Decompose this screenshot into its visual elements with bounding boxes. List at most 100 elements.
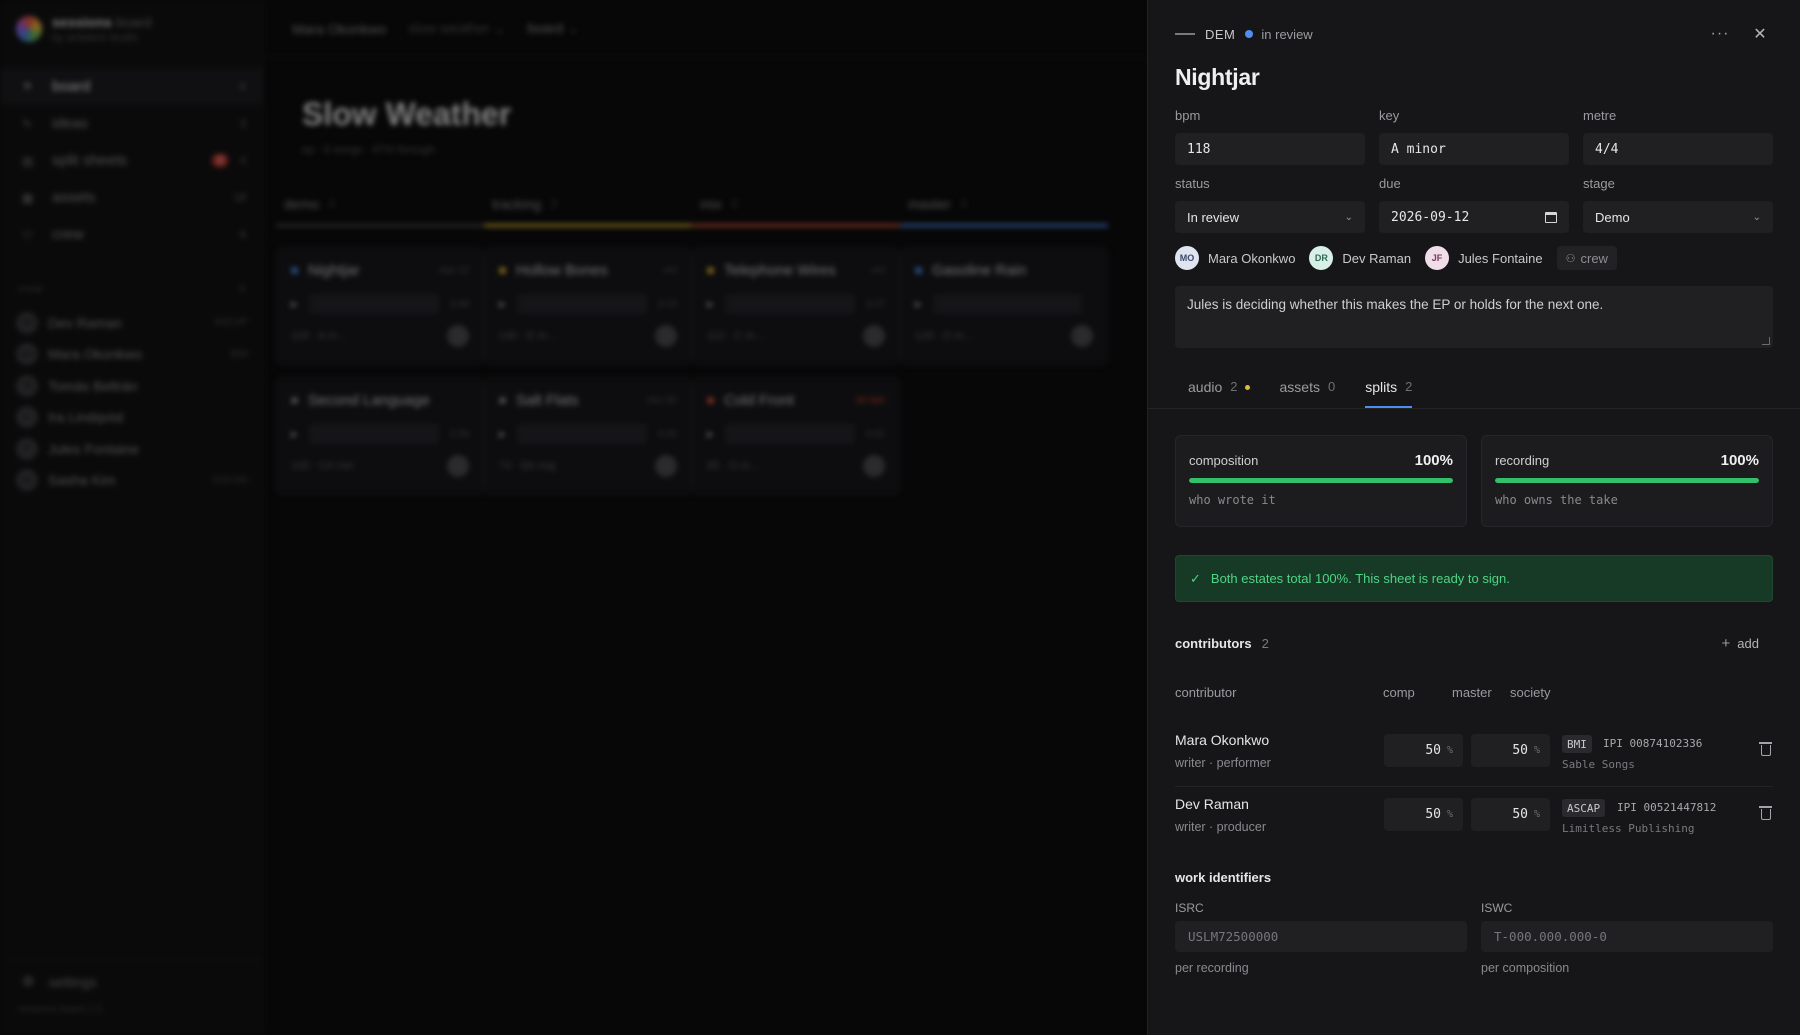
bpm-field: bpm 118 bbox=[1175, 108, 1365, 165]
iswc-field: ISWC per composition bbox=[1481, 901, 1773, 975]
chevron-down-icon: ⌄ bbox=[1344, 211, 1353, 223]
estate-total: 100% bbox=[1720, 452, 1759, 469]
estate-progress-fill bbox=[1189, 478, 1453, 483]
person-name: Jules Fontaine bbox=[1458, 250, 1543, 266]
estate-description: who owns the take bbox=[1495, 493, 1618, 507]
master-percent-value: 50 bbox=[1512, 807, 1528, 822]
drawer-header: DEM in review ··· ✕ bbox=[1175, 24, 1775, 44]
comp-percent-input[interactable]: 50% bbox=[1384, 734, 1463, 767]
estate-composition: composition 100% who wrote it bbox=[1175, 435, 1467, 527]
publisher-name: Sable Songs bbox=[1562, 758, 1635, 771]
master-percent-input[interactable]: 50% bbox=[1471, 734, 1550, 767]
close-button[interactable]: ✕ bbox=[1745, 24, 1775, 44]
song-title: Nightjar bbox=[1175, 64, 1260, 90]
assigned-person[interactable]: DR Dev Raman bbox=[1309, 246, 1411, 270]
bpm-input[interactable]: 118 bbox=[1175, 133, 1365, 165]
comp-percent-value: 50 bbox=[1425, 807, 1441, 822]
status-select[interactable]: In review ⌄ bbox=[1175, 201, 1365, 233]
master-percent-value: 50 bbox=[1512, 743, 1528, 758]
percent-unit: % bbox=[1533, 809, 1540, 820]
estate-total: 100% bbox=[1414, 452, 1453, 469]
estate-description: who wrote it bbox=[1189, 493, 1276, 507]
tab-assets[interactable]: assets 0 bbox=[1280, 373, 1336, 408]
drawer-tabs: audio 2 assets 0 splits 2 bbox=[1148, 373, 1800, 409]
due-label: due bbox=[1379, 176, 1401, 191]
stage-select[interactable]: Demo ⌄ bbox=[1583, 201, 1773, 233]
status-badge: in review bbox=[1261, 26, 1313, 42]
splits-valid-message: Both estates total 100%. This sheet is r… bbox=[1210, 571, 1510, 586]
avatar: MO bbox=[1175, 246, 1199, 270]
trash-icon[interactable] bbox=[1759, 742, 1772, 756]
isrc-hint: per recording bbox=[1175, 961, 1249, 975]
contributor-name: Dev Raman bbox=[1175, 796, 1249, 812]
ipi-number: IPI 00521447812 bbox=[1617, 801, 1717, 814]
tab-label: splits bbox=[1365, 379, 1398, 395]
people-icon: ⚇ bbox=[1565, 252, 1576, 265]
overlay-scrim[interactable] bbox=[0, 0, 1147, 1035]
estate-name: recording bbox=[1495, 453, 1550, 468]
key-input[interactable]: A minor bbox=[1379, 133, 1569, 165]
person-name: Dev Raman bbox=[1342, 250, 1412, 266]
crew-button[interactable]: ⚇ crew bbox=[1556, 246, 1617, 270]
iswc-input[interactable] bbox=[1481, 921, 1773, 952]
table-row: Dev Raman writer · producer 50% 50% ASCAP IPI… bbox=[1175, 787, 1773, 851]
col-society: society bbox=[1510, 685, 1551, 700]
publisher-name: Limitless Publishing bbox=[1562, 822, 1695, 835]
song-code: DEM bbox=[1205, 26, 1236, 42]
isrc-label: ISRC bbox=[1175, 901, 1204, 915]
calendar-icon[interactable] bbox=[1545, 211, 1557, 223]
avatar: DR bbox=[1309, 246, 1334, 270]
stage-label: stage bbox=[1583, 176, 1615, 191]
trash-icon[interactable] bbox=[1759, 806, 1772, 820]
metre-input[interactable]: 4/4 bbox=[1583, 133, 1773, 165]
percent-unit: % bbox=[1533, 745, 1540, 756]
due-date-input[interactable]: 2026-09-12 bbox=[1379, 201, 1569, 233]
table-row: Mara Okonkwo writer · performer 50% 50% BMI I… bbox=[1175, 723, 1773, 787]
contributors-table-header: contributor comp master society bbox=[1175, 685, 1773, 701]
master-percent-input[interactable]: 50% bbox=[1471, 798, 1550, 831]
avatar: JF bbox=[1425, 246, 1450, 270]
contributor-role: writer · producer bbox=[1175, 820, 1266, 834]
comp-percent-input[interactable]: 50% bbox=[1384, 798, 1463, 831]
status-field: status In review ⌄ bbox=[1175, 176, 1365, 233]
tab-splits[interactable]: splits 2 bbox=[1365, 373, 1413, 408]
col-master: master bbox=[1452, 685, 1492, 700]
isrc-field: ISRC per recording bbox=[1175, 901, 1467, 975]
contributor-role: writer · performer bbox=[1175, 756, 1271, 770]
assigned-people: MO Mara Okonkwo DR Dev Raman JF Jules Fontain… bbox=[1175, 246, 1617, 270]
estate-header: recording 100% bbox=[1495, 452, 1759, 469]
ipi-number: IPI 00874102336 bbox=[1603, 737, 1703, 750]
due-field: due 2026-09-12 bbox=[1379, 176, 1569, 233]
tab-count: 0 bbox=[1327, 379, 1336, 394]
key-field: key A minor bbox=[1379, 108, 1569, 165]
status-dot bbox=[1245, 30, 1254, 38]
comp-percent-value: 50 bbox=[1425, 743, 1441, 758]
society-badge: ASCAP bbox=[1562, 799, 1606, 817]
stage-field: stage Demo ⌄ bbox=[1583, 176, 1773, 233]
estate-header: composition 100% bbox=[1189, 452, 1453, 469]
metre-label: metre bbox=[1583, 108, 1617, 123]
add-contributor-button[interactable]: + add bbox=[1722, 635, 1773, 652]
notes-textarea[interactable]: Jules is deciding whether this makes the… bbox=[1175, 286, 1773, 348]
unread-dot bbox=[1244, 385, 1250, 390]
assigned-person[interactable]: JF Jules Fontaine bbox=[1425, 246, 1543, 270]
contributors-title: contributors bbox=[1175, 636, 1252, 651]
estate-progress bbox=[1495, 478, 1759, 483]
resize-handle-icon[interactable] bbox=[1762, 337, 1770, 345]
assigned-person[interactable]: MO Mara Okonkwo bbox=[1175, 246, 1295, 270]
iswc-label: ISWC bbox=[1481, 901, 1513, 915]
estate-progress-fill bbox=[1495, 478, 1759, 483]
splits-valid-banner: ✓ Both estates total 100%. This sheet is… bbox=[1175, 555, 1773, 602]
tab-audio[interactable]: audio 2 bbox=[1188, 373, 1250, 408]
drag-handle-icon bbox=[1175, 33, 1195, 35]
status-label: status bbox=[1175, 176, 1210, 191]
notes-text: Jules is deciding whether this makes the… bbox=[1187, 297, 1604, 312]
more-options-button[interactable]: ··· bbox=[1705, 25, 1735, 43]
percent-unit: % bbox=[1446, 809, 1453, 820]
key-label: key bbox=[1379, 108, 1400, 123]
estate-recording: recording 100% who owns the take bbox=[1481, 435, 1773, 527]
chevron-down-icon: ⌄ bbox=[1752, 211, 1761, 223]
isrc-input[interactable] bbox=[1175, 921, 1467, 952]
estate-progress bbox=[1189, 478, 1453, 483]
percent-unit: % bbox=[1446, 745, 1453, 756]
